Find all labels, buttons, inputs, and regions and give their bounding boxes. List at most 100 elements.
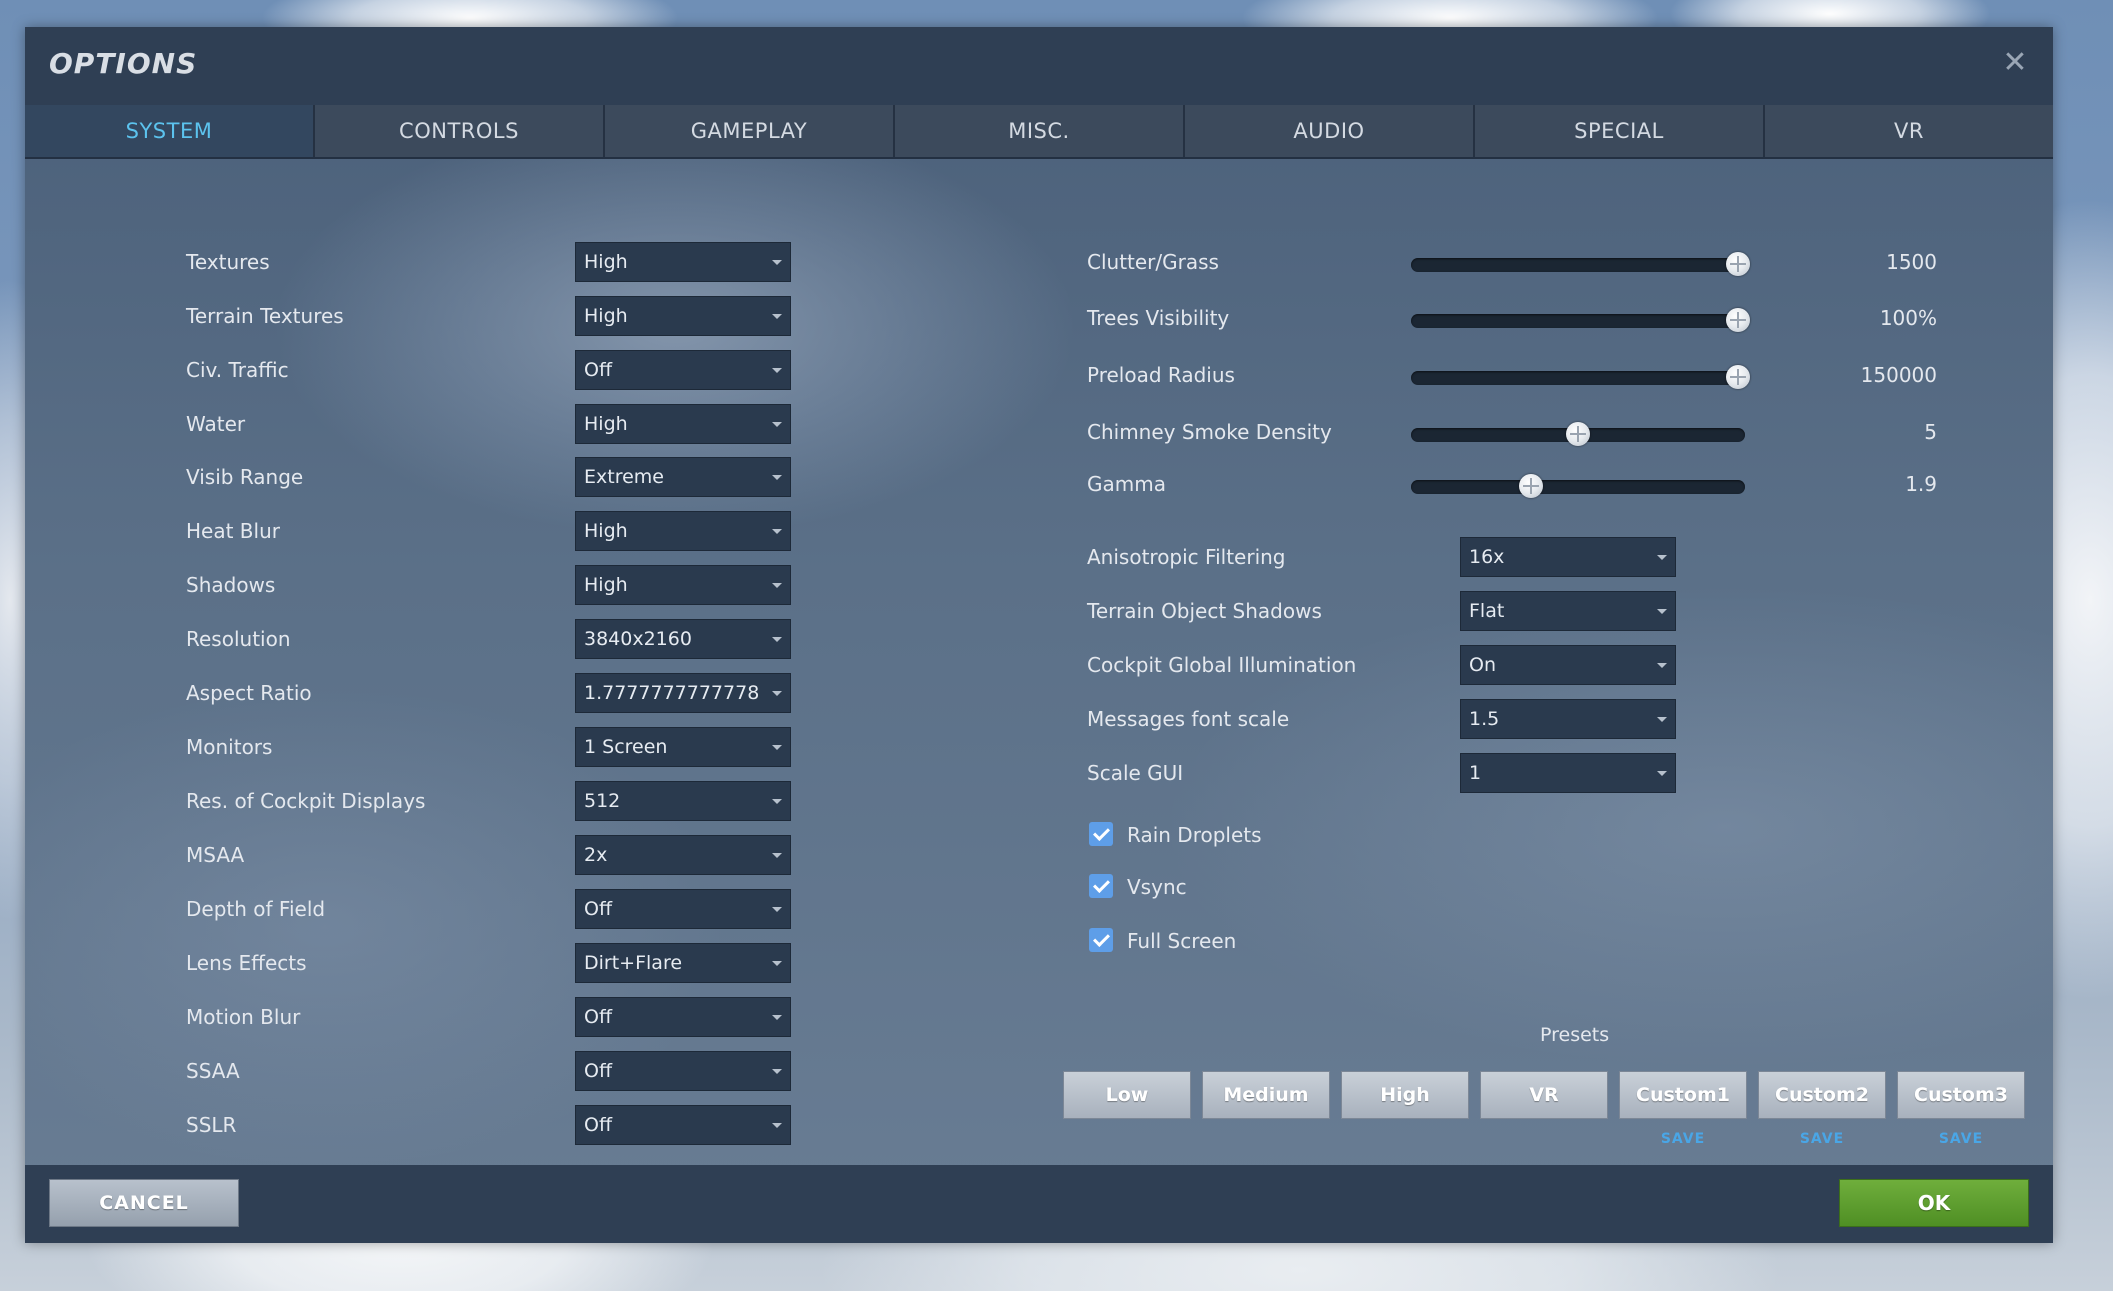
full-screen-checkbox[interactable] [1089, 928, 1113, 952]
slider-knob[interactable] [1726, 252, 1751, 276]
save-custom1-link[interactable]: SAVE [1619, 1131, 1747, 1147]
preset-high-button[interactable]: High [1341, 1071, 1469, 1119]
slider-row-gamma: Gamma 1.9 [1087, 464, 1937, 504]
water-dropdown[interactable]: High [575, 404, 791, 444]
chevron-down-icon [772, 260, 782, 265]
ssaa-dropdown[interactable]: Off [575, 1051, 791, 1091]
setting-label: Lens Effects [186, 951, 307, 975]
save-custom2-link[interactable]: SAVE [1758, 1131, 1886, 1147]
slider-value: 1.9 [1905, 472, 1937, 496]
preset-custom2-button[interactable]: Custom2 [1758, 1071, 1886, 1119]
dropdown-value: 1 [1469, 762, 1482, 784]
textures-dropdown[interactable]: High [575, 242, 791, 282]
depth-of-field-dropdown[interactable]: Off [575, 889, 791, 929]
preset-medium-button[interactable]: Medium [1202, 1071, 1330, 1119]
setting-label: Heat Blur [186, 519, 280, 543]
preset-custom1-button[interactable]: Custom1 [1619, 1071, 1747, 1119]
motion-blur-dropdown[interactable]: Off [575, 997, 791, 1037]
slider-label: Clutter/Grass [1087, 250, 1219, 274]
dropdown-value: Off [584, 1114, 613, 1136]
setting-row-monitors: Monitors 1 Screen [186, 727, 806, 767]
chevron-down-icon [772, 314, 782, 319]
aspect-ratio-dropdown[interactable]: 1.7777777777778 [575, 673, 791, 713]
tab-audio[interactable]: AUDIO [1185, 105, 1475, 157]
anisotropic-dropdown[interactable]: 16x [1460, 537, 1676, 577]
tab-bar: SYSTEM CONTROLS GAMEPLAY MISC. AUDIO SPE… [25, 105, 2053, 159]
slider-value: 5 [1924, 420, 1937, 444]
setting-row-scale-gui: Scale GUI 1 [1087, 753, 1707, 793]
setting-row-textures: Textures High [186, 242, 806, 282]
sslr-dropdown[interactable]: Off [575, 1105, 791, 1145]
msaa-dropdown[interactable]: 2x [575, 835, 791, 875]
slider-knob[interactable] [1519, 474, 1544, 498]
setting-row-shadows: Shadows High [186, 565, 806, 605]
tab-controls[interactable]: CONTROLS [315, 105, 605, 157]
setting-label: Visib Range [186, 465, 304, 489]
slider-knob[interactable] [1566, 422, 1590, 446]
tab-misc[interactable]: MISC. [895, 105, 1185, 157]
save-custom3-link[interactable]: SAVE [1897, 1131, 2025, 1147]
slider-label: Gamma [1087, 472, 1166, 496]
cockpit-gi-dropdown[interactable]: On [1460, 645, 1676, 685]
dropdown-value: 16x [1469, 546, 1505, 568]
setting-row-water: Water High [186, 404, 806, 444]
chevron-down-icon [772, 583, 782, 588]
dropdown-value: Extreme [584, 466, 664, 488]
gamma-slider[interactable] [1411, 474, 1745, 498]
rain-droplets-checkbox[interactable] [1089, 822, 1113, 846]
preset-low-button[interactable]: Low [1063, 1071, 1191, 1119]
setting-row-messages-font-scale: Messages font scale 1.5 [1087, 699, 1707, 739]
dropdown-value: Dirt+Flare [584, 952, 683, 974]
preload-radius-slider[interactable] [1411, 365, 1751, 389]
preset-custom3-button[interactable]: Custom3 [1897, 1071, 2025, 1119]
setting-label: Civ. Traffic [186, 358, 289, 382]
resolution-dropdown[interactable]: 3840x2160 [575, 619, 791, 659]
dropdown-value: High [584, 520, 628, 542]
slider-knob[interactable] [1726, 365, 1751, 389]
slider-knob[interactable] [1726, 308, 1751, 332]
cancel-button[interactable]: CANCEL [49, 1179, 239, 1227]
setting-label: Depth of Field [186, 897, 326, 921]
setting-row-motion-blur: Motion Blur Off [186, 997, 806, 1037]
terrain-object-shadows-dropdown[interactable]: Flat [1460, 591, 1676, 631]
setting-label: Terrain Object Shadows [1087, 599, 1322, 623]
civ-traffic-dropdown[interactable]: Off [575, 350, 791, 390]
messages-font-scale-dropdown[interactable]: 1.5 [1460, 699, 1676, 739]
chevron-down-icon [1657, 771, 1667, 776]
setting-label: Cockpit Global Illumination [1087, 653, 1357, 677]
scale-gui-dropdown[interactable]: 1 [1460, 753, 1676, 793]
trees-visibility-slider[interactable] [1411, 308, 1751, 332]
dropdown-value: Off [584, 1006, 613, 1028]
tab-special[interactable]: SPECIAL [1475, 105, 1765, 157]
tab-gameplay[interactable]: GAMEPLAY [605, 105, 895, 157]
close-icon[interactable]: ✕ [1995, 43, 2035, 83]
clutter-grass-slider[interactable] [1411, 252, 1751, 276]
chevron-down-icon [772, 961, 782, 966]
monitors-dropdown[interactable]: 1 Screen [575, 727, 791, 767]
visib-range-dropdown[interactable]: Extreme [575, 457, 791, 497]
setting-row-terrain-object-shadows: Terrain Object Shadows Flat [1087, 591, 1707, 631]
shadows-dropdown[interactable]: High [575, 565, 791, 605]
chevron-down-icon [772, 907, 782, 912]
setting-row-anisotropic: Anisotropic Filtering 16x [1087, 537, 1707, 577]
chevron-down-icon [772, 745, 782, 750]
dropdown-value: 1.5 [1469, 708, 1500, 730]
cockpit-displays-dropdown[interactable]: 512 [575, 781, 791, 821]
ok-button[interactable]: OK [1839, 1179, 2029, 1227]
setting-row-depth-of-field: Depth of Field Off [186, 889, 806, 929]
preset-vr-button[interactable]: VR [1480, 1071, 1608, 1119]
setting-row-visib-range: Visib Range Extreme [186, 457, 806, 497]
chimney-smoke-slider[interactable] [1411, 422, 1745, 446]
chevron-down-icon [1657, 555, 1667, 560]
heat-blur-dropdown[interactable]: High [575, 511, 791, 551]
setting-row-civ-traffic: Civ. Traffic Off [186, 350, 806, 390]
tab-system[interactable]: SYSTEM [25, 105, 315, 157]
lens-effects-dropdown[interactable]: Dirt+Flare [575, 943, 791, 983]
dropdown-value: 512 [584, 790, 621, 812]
setting-label: Aspect Ratio [186, 681, 312, 705]
tab-vr[interactable]: VR [1765, 105, 2053, 157]
vsync-checkbox[interactable] [1089, 874, 1113, 898]
terrain-textures-dropdown[interactable]: High [575, 296, 791, 336]
dropdown-value: 3840x2160 [584, 628, 692, 650]
chevron-down-icon [772, 1069, 782, 1074]
